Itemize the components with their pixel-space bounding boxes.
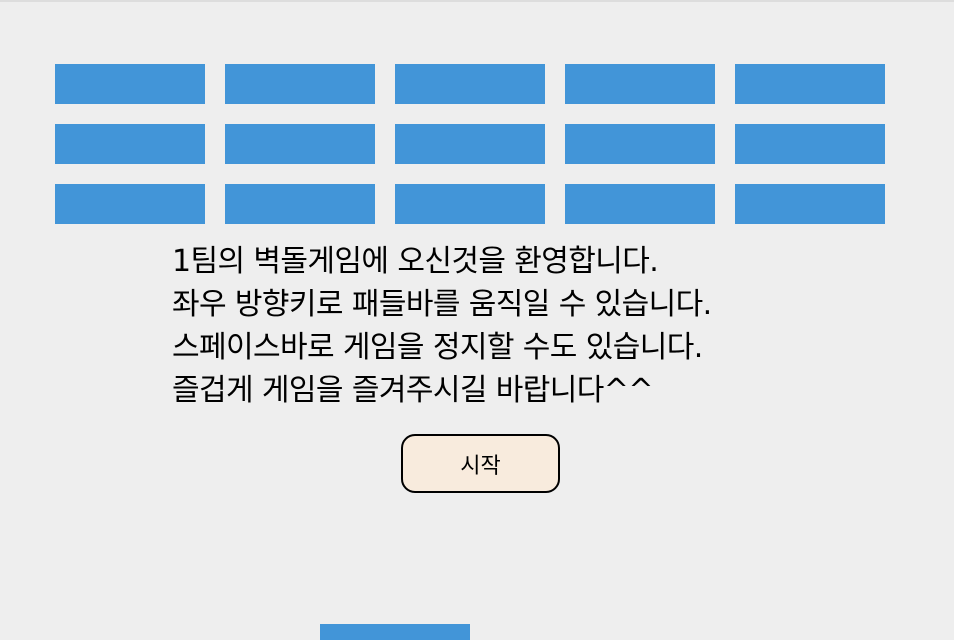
brick [55, 124, 205, 164]
brick [735, 124, 885, 164]
brick [565, 184, 715, 224]
intro-text: 1팀의 벽돌게임에 오신것을 환영합니다. 좌우 방향키로 패들바를 움직일 수… [172, 240, 872, 412]
brick [55, 64, 205, 104]
start-button[interactable]: 시작 [401, 434, 560, 493]
brick [395, 124, 545, 164]
paddle[interactable] [320, 624, 470, 640]
intro-line-arrow-keys: 좌우 방향키로 패들바를 움직일 수 있습니다. [172, 287, 712, 322]
brick [55, 184, 205, 224]
brick [735, 64, 885, 104]
game-area: 1팀의 벽돌게임에 오신것을 환영합니다. 좌우 방향키로 패들바를 움직일 수… [0, 0, 954, 640]
intro-line-enjoy: 즐겁게 게임을 즐겨주시길 바랍니다^^ [172, 373, 653, 408]
brick-grid [55, 64, 885, 224]
brick [565, 64, 715, 104]
brick [225, 124, 375, 164]
brick [565, 124, 715, 164]
brick [735, 184, 885, 224]
brick [395, 64, 545, 104]
brick [225, 184, 375, 224]
brick [225, 64, 375, 104]
intro-line-spacebar: 스페이스바로 게임을 정지할 수도 있습니다. [172, 330, 703, 365]
brick [395, 184, 545, 224]
intro-line-welcome: 1팀의 벽돌게임에 오신것을 환영합니다. [172, 244, 659, 279]
